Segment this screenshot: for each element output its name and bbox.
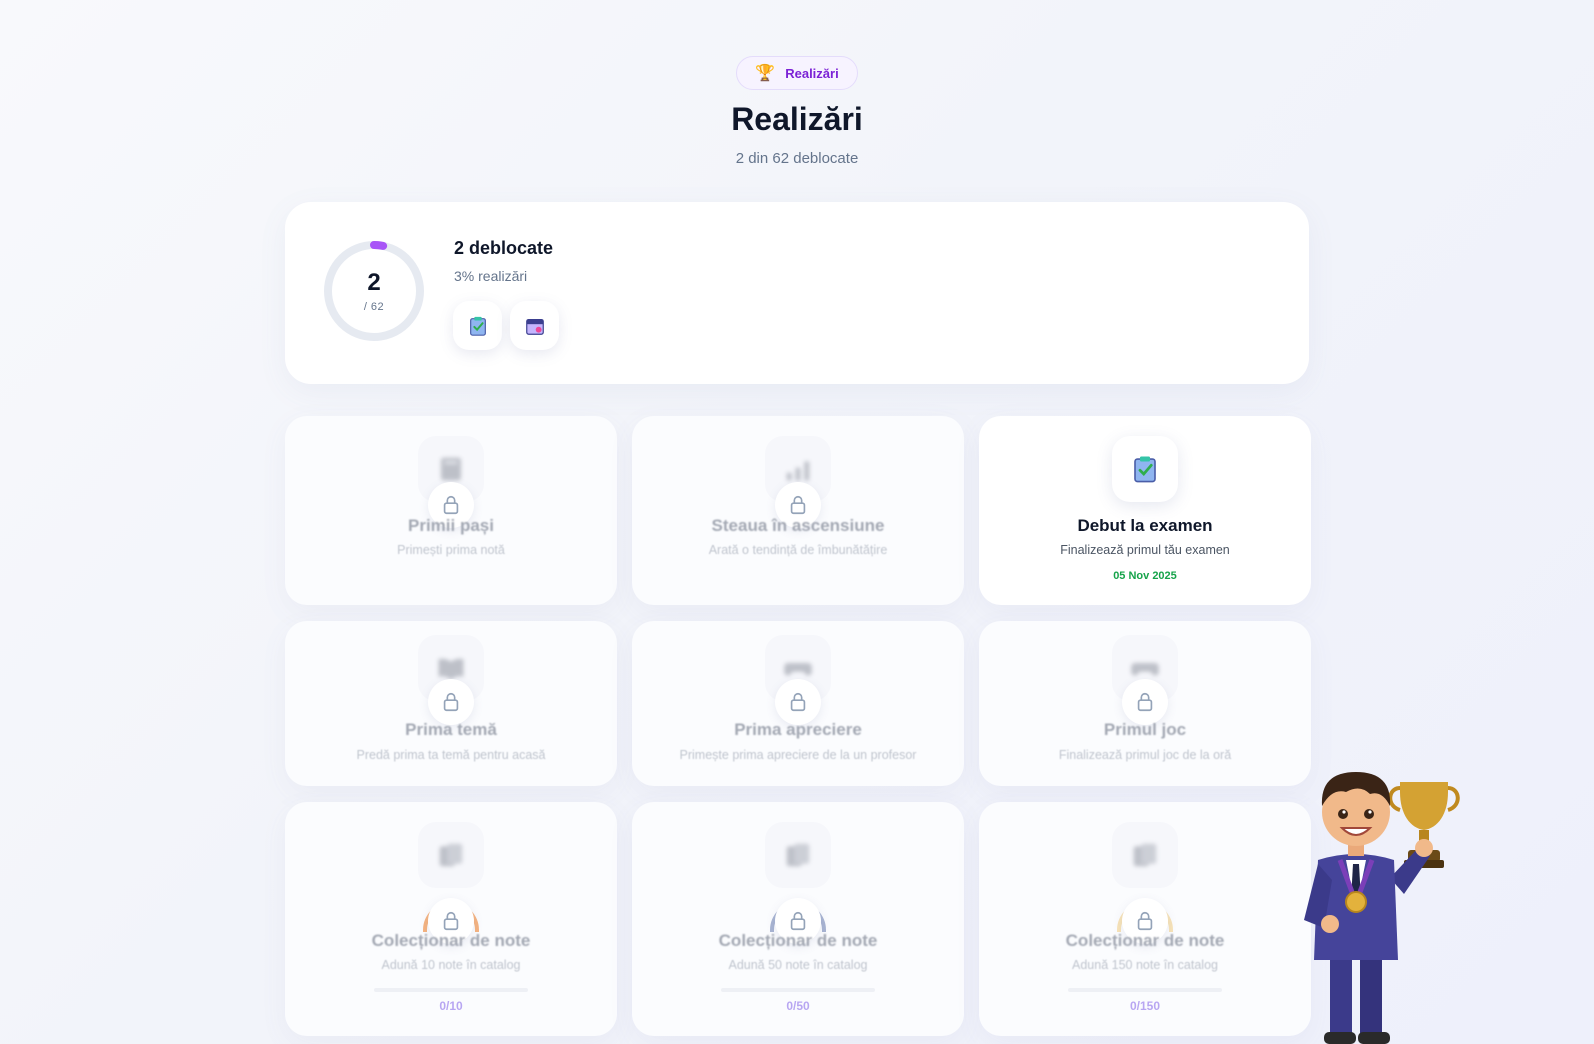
- achievement-desc: Adună 150 note în catalog: [1072, 958, 1218, 972]
- achievement-title: Debut la examen: [1077, 516, 1213, 535]
- progress-track: [721, 988, 875, 992]
- achievement-date: 05 Nov 2025: [1113, 570, 1177, 582]
- clipboard-check-icon: [469, 316, 486, 336]
- achievement-desc: Finalizează primul joc de la oră: [1058, 748, 1232, 762]
- achievement-card[interactable]: Primul joc Finalizează primul joc de la …: [979, 621, 1311, 786]
- achievement-title: Prima temă: [405, 720, 497, 739]
- lock-icon: [775, 679, 821, 725]
- pill-label: Realizări: [785, 65, 839, 81]
- mini-badge[interactable]: [510, 301, 559, 350]
- progress-track: [1068, 988, 1222, 992]
- achievement-card[interactable]: Debut la examen Finalizează primul tău e…: [979, 416, 1311, 605]
- progress-text: 0/150: [1129, 999, 1161, 1013]
- achievement-card[interactable]: Colecționar de note Adună 50 note în cat…: [632, 802, 964, 1036]
- achievement-desc: Primești prima notă: [397, 543, 505, 557]
- achievement-title: Primul joc: [1103, 720, 1187, 739]
- unlocked-count: 2: [367, 269, 381, 296]
- chart-up-icon: [786, 461, 810, 481]
- achievement-desc: Primește prima apreciere de la un profes…: [679, 748, 917, 762]
- progress-text: 0/10: [439, 999, 463, 1013]
- achievement-card[interactable]: Colecționar de note Adună 150 note în ca…: [979, 802, 1311, 1036]
- page-subtitle: 2 din 62 deblocate: [735, 150, 859, 167]
- summary-card: 2 / 62 2 deblocate 3% realizări: [285, 202, 1309, 384]
- cards-icon: [439, 843, 463, 867]
- mini-badge[interactable]: [453, 301, 502, 350]
- achievement-desc: Adună 10 note în catalog: [381, 958, 521, 972]
- total-count: / 62: [363, 301, 385, 313]
- lock-icon: [1122, 679, 1168, 725]
- achievement-title: Primii pași: [408, 516, 494, 535]
- progress-text: 0/50: [786, 999, 810, 1013]
- achievement-desc: Finalizează primul tău examen: [1060, 543, 1230, 557]
- achievement-card[interactable]: Prima apreciere Primește prima apreciere…: [632, 621, 964, 786]
- calendar-icon: [525, 318, 544, 335]
- lock-icon: [428, 679, 474, 725]
- summary-title: 2 deblocate: [454, 238, 554, 258]
- cards-icon: [1133, 843, 1157, 867]
- achievement-title: Colecționar de note: [1065, 931, 1225, 950]
- page-title: Realizări: [731, 101, 863, 137]
- achievements-pill: 🏆 Realizări: [736, 56, 858, 90]
- trophy-mascot-icon: [1304, 772, 1460, 1044]
- achievement-desc: Arată o tendință de îmbunătățire: [708, 543, 888, 557]
- achievement-card[interactable]: Primii pași Primești prima notă: [285, 416, 617, 605]
- achievement-title: Steaua în ascensiune: [711, 516, 885, 535]
- achievement-title: Prima apreciere: [734, 720, 862, 739]
- summary-percent: 3% realizări: [454, 268, 528, 284]
- achievement-desc: Adună 50 note în catalog: [728, 958, 868, 972]
- clipboard-check-icon: [1134, 456, 1156, 483]
- progress-track: [374, 988, 528, 992]
- cards-icon: [786, 843, 810, 867]
- trophy-icon: 🏆: [755, 63, 776, 82]
- achievement-card[interactable]: Steaua în ascensiune Arată o tendință de…: [632, 416, 964, 605]
- achievement-card[interactable]: Colecționar de note Adună 10 note în cat…: [285, 802, 617, 1036]
- achievement-title: Colecționar de note: [371, 931, 531, 950]
- unlocked-badges: [453, 301, 559, 350]
- achievement-card[interactable]: Prima temă Predă prima ta temă pentru ac…: [285, 621, 617, 786]
- achievement-desc: Predă prima ta temă pentru acasă: [356, 748, 546, 762]
- notebook-icon: [441, 457, 461, 481]
- achievement-title: Colecționar de note: [718, 931, 878, 950]
